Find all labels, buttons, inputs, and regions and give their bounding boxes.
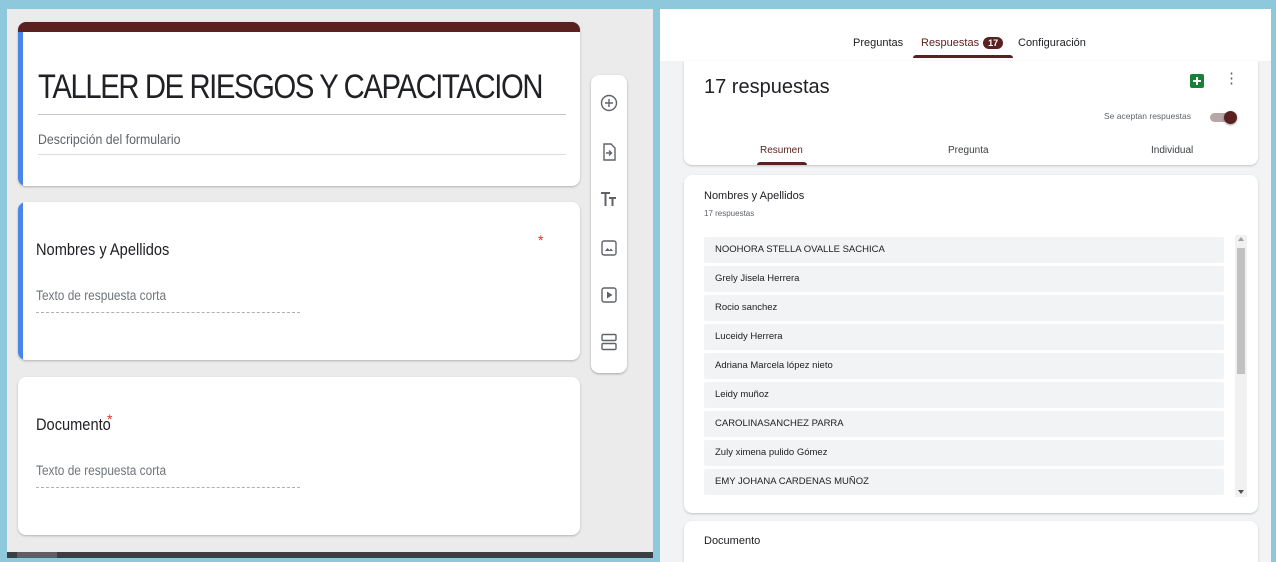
answer-row: Rocio sanchez bbox=[704, 295, 1224, 321]
answer-row: Adriana Marcela lópez nieto bbox=[704, 353, 1224, 379]
responses-panel: Preguntas Respuestas 17 Configuración 17 … bbox=[660, 9, 1271, 562]
add-section-icon[interactable] bbox=[597, 330, 621, 354]
scroll-down-icon[interactable] bbox=[1238, 490, 1244, 494]
form-editor-panel: TALLER DE RIESGOS Y CAPACITACION Descrip… bbox=[7, 9, 653, 558]
responses-summary-card: 17 respuestas ⋮ Se aceptan respuestas Re… bbox=[684, 61, 1258, 165]
accepting-responses-toggle[interactable] bbox=[1210, 111, 1238, 124]
answer-row: Grely Jisela Herrera bbox=[704, 266, 1224, 292]
required-asterisk: * bbox=[538, 232, 544, 248]
toggle-knob bbox=[1224, 111, 1237, 124]
form-title[interactable]: TALLER DE RIESGOS Y CAPACITACION bbox=[38, 68, 543, 112]
tab-label: Respuestas bbox=[921, 37, 980, 49]
answer-row: CAROLINASANCHEZ PARRA bbox=[704, 411, 1224, 437]
add-video-icon[interactable] bbox=[597, 283, 621, 307]
answer-dashed-line bbox=[36, 312, 300, 313]
question-card-nombres[interactable]: Nombres y Apellidos * Texto de respuesta… bbox=[18, 202, 580, 360]
form-header-card[interactable]: TALLER DE RIESGOS Y CAPACITACION Descrip… bbox=[18, 22, 580, 186]
names-question-card: Nombres y Apellidos 17 respuestas NOOHOR… bbox=[684, 175, 1258, 513]
answer-row: NOOHORA STELLA OVALLE SACHICA bbox=[704, 237, 1224, 263]
responses-count-badge: 17 bbox=[983, 37, 1004, 49]
scroll-up-icon[interactable] bbox=[1238, 237, 1244, 241]
short-answer-placeholder: Texto de respuesta corta bbox=[36, 288, 167, 303]
question-toolbar bbox=[591, 75, 627, 373]
responses-count-title: 17 respuestas bbox=[704, 76, 830, 98]
document-question-card: Documento bbox=[684, 521, 1258, 562]
active-subtab-indicator bbox=[757, 162, 807, 165]
answer-row: Zuly ximena pulido Gómez bbox=[704, 440, 1224, 466]
question-title: Nombres y Apellidos bbox=[704, 190, 805, 202]
subtab-resumen[interactable]: Resumen bbox=[760, 145, 803, 156]
question-title: Documento bbox=[704, 535, 761, 547]
short-answer-placeholder: Texto de respuesta corta bbox=[36, 463, 167, 478]
required-asterisk: * bbox=[107, 411, 113, 427]
active-card-accent bbox=[18, 202, 23, 360]
answer-dashed-line bbox=[36, 487, 300, 488]
subtab-individual[interactable]: Individual bbox=[1151, 145, 1193, 156]
answer-row: Leidy muñoz bbox=[704, 382, 1224, 408]
sheets-icon[interactable] bbox=[1190, 74, 1204, 88]
horizontal-scrollbar[interactable] bbox=[7, 552, 653, 558]
add-title-icon[interactable] bbox=[597, 187, 621, 211]
question-title[interactable]: Nombres y Apellidos bbox=[36, 240, 169, 260]
import-questions-icon[interactable] bbox=[597, 140, 621, 164]
answers-scrollbar[interactable] bbox=[1235, 235, 1247, 497]
question-card-documento[interactable]: Documento * Texto de respuesta corta bbox=[18, 377, 580, 535]
answer-row: EMY JOHANA CARDENAS MUÑOZ bbox=[704, 469, 1224, 495]
tab-respuestas[interactable]: Respuestas 17 bbox=[921, 37, 1004, 49]
add-image-icon[interactable] bbox=[597, 236, 621, 260]
tab-preguntas[interactable]: Preguntas bbox=[853, 37, 903, 49]
question-title[interactable]: Documento bbox=[36, 415, 111, 435]
question-response-count: 17 respuestas bbox=[704, 209, 755, 218]
title-underline bbox=[38, 114, 566, 115]
add-question-icon[interactable] bbox=[597, 91, 621, 115]
active-tab-indicator bbox=[913, 55, 1013, 58]
more-options-icon[interactable]: ⋮ bbox=[1224, 71, 1239, 86]
scrollbar-thumb[interactable] bbox=[17, 552, 57, 558]
answer-row: Luceidy Herrera bbox=[704, 324, 1224, 350]
active-card-accent bbox=[18, 32, 23, 186]
scrollbar-thumb[interactable] bbox=[1237, 248, 1245, 374]
tab-configuracion[interactable]: Configuración bbox=[1018, 37, 1086, 49]
subtab-pregunta[interactable]: Pregunta bbox=[948, 145, 989, 156]
form-description-field[interactable]: Descripción del formulario bbox=[38, 131, 180, 147]
form-tabs: Preguntas Respuestas 17 Configuración bbox=[660, 9, 1271, 61]
accepting-responses-label: Se aceptan respuestas bbox=[1104, 111, 1191, 121]
description-underline bbox=[38, 154, 566, 155]
answer-list: NOOHORA STELLA OVALLE SACHICA Grely Jise… bbox=[704, 237, 1224, 498]
